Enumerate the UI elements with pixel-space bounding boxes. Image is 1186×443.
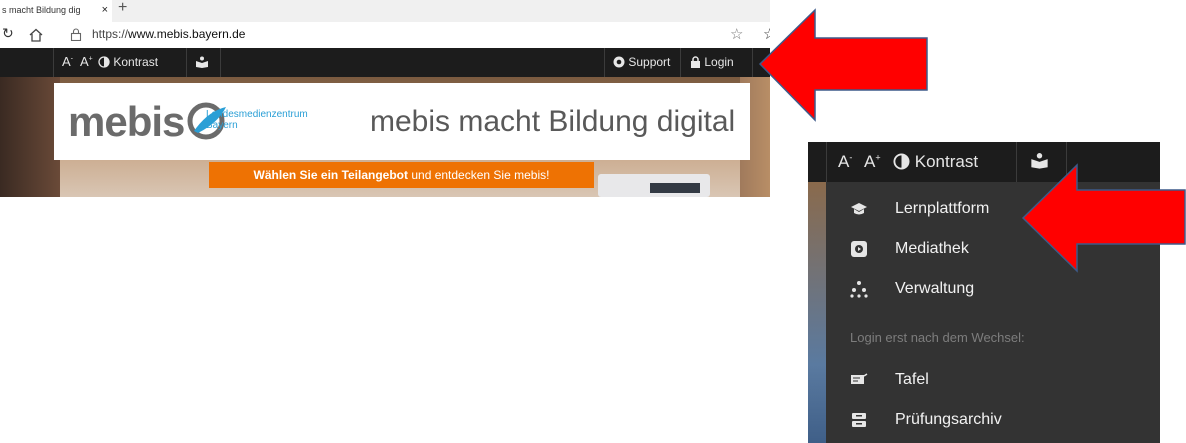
- call-to-action-bar[interactable]: Wählen Sie ein Teilangebot und entdecken…: [209, 162, 594, 188]
- tab-bar: s macht Bildung dig × +: [0, 0, 770, 22]
- support-icon: [613, 56, 625, 68]
- menu-item-verwaltung[interactable]: Verwaltung: [826, 270, 1160, 310]
- board-icon: [851, 373, 868, 384]
- menu-item-label: Prüfungsarchiv: [895, 411, 1002, 428]
- toolbar-divider: [752, 48, 753, 77]
- laptop-keyboard-image: [650, 183, 700, 193]
- contrast-label: Kontrast: [113, 55, 159, 69]
- reader-button[interactable]: [195, 55, 209, 69]
- menu-item-pruefungsarchiv[interactable]: Prüfungsarchiv: [826, 401, 1160, 441]
- toolbar-divider: [826, 142, 827, 182]
- login-label: Login: [704, 55, 734, 69]
- toolbar-divider: [604, 48, 605, 77]
- refresh-icon[interactable]: ↻: [2, 25, 14, 42]
- contrast-button[interactable]: Kontrast: [893, 152, 978, 172]
- browser-screenshot: s macht Bildung dig × + ↻ https://www.me…: [0, 0, 770, 197]
- logo-subtitle-line2: Bayern: [206, 120, 238, 131]
- site-toolbar: A- A+ Kontrast Support Login: [0, 48, 770, 77]
- logo-subtitle: Landesmedienzentrum Bayern: [206, 109, 308, 131]
- graduation-cap-icon: [851, 203, 867, 215]
- address-bar: ↻ https://www.mebis.bayern.de ☆ ☆: [0, 22, 770, 49]
- contrast-icon: [893, 153, 910, 170]
- archive-icon: [852, 413, 866, 427]
- toolbar-divider: [1016, 142, 1017, 182]
- font-increase-button[interactable]: A+: [864, 152, 881, 172]
- toolbar-divider: [53, 48, 54, 77]
- hero-background-image: [0, 77, 60, 197]
- support-label: Support: [628, 55, 671, 69]
- toolbar-divider: [680, 48, 681, 77]
- font-decrease-label: A: [62, 54, 71, 69]
- url-scheme: https://: [92, 27, 129, 41]
- menu-item-label: Verwaltung: [895, 280, 975, 297]
- lock-icon: [691, 56, 700, 68]
- menu-item-label: Mediathek: [895, 240, 969, 257]
- font-increase-label: A: [864, 152, 876, 171]
- login-button[interactable]: Login: [690, 55, 734, 69]
- mebis-logo-wordmark[interactable]: mebis: [68, 99, 185, 145]
- menu-item-tafel[interactable]: Tafel: [826, 361, 1160, 401]
- reader-icon: [196, 56, 208, 68]
- cta-bold-text: Wählen Sie ein Teilangebot: [253, 168, 409, 182]
- menu-section-note: Login erst nach dem Wechsel:: [850, 330, 1025, 345]
- media-play-icon: [851, 241, 867, 257]
- contrast-label: Kontrast: [914, 152, 979, 171]
- new-tab-button[interactable]: +: [118, 0, 127, 17]
- font-increase-label: A: [80, 54, 89, 69]
- cta-text: und entdecken Sie mebis!: [408, 168, 550, 182]
- tab-close-button[interactable]: ×: [102, 0, 108, 20]
- hierarchy-icon: [850, 281, 868, 298]
- logo-subtitle-line1: Landesmedienzentrum: [206, 109, 308, 120]
- lock-icon: [70, 28, 82, 41]
- support-button[interactable]: Support: [613, 55, 670, 69]
- favorite-star-icon[interactable]: ☆: [730, 25, 743, 43]
- red-arrow-annotation: [758, 8, 928, 122]
- font-decrease-button[interactable]: A-: [62, 54, 73, 69]
- font-decrease-button[interactable]: A-: [838, 152, 852, 172]
- toolbar-divider: [220, 48, 221, 77]
- site-header-banner: mebis Landesmedienzentrum Bayern mebis m…: [54, 83, 750, 160]
- menu-item-label: Lernplattform: [895, 200, 990, 217]
- toolbar-divider: [186, 48, 187, 77]
- menu-item-label: Tafel: [895, 371, 929, 388]
- font-increase-button[interactable]: A+: [80, 54, 93, 69]
- page-background-image: [808, 182, 826, 443]
- contrast-icon: [98, 56, 110, 68]
- red-arrow-annotation: [1021, 163, 1186, 273]
- font-decrease-label: A: [838, 152, 850, 171]
- site-tagline: mebis macht Bildung digital: [370, 105, 736, 138]
- browser-tab[interactable]: s macht Bildung dig ×: [0, 0, 112, 22]
- url-host: www.mebis.bayern.de: [128, 27, 246, 41]
- home-icon[interactable]: [28, 27, 44, 43]
- contrast-button[interactable]: Kontrast: [98, 55, 158, 69]
- tab-title: s macht Bildung dig: [2, 5, 81, 15]
- url-field[interactable]: https://www.mebis.bayern.de: [92, 27, 245, 41]
